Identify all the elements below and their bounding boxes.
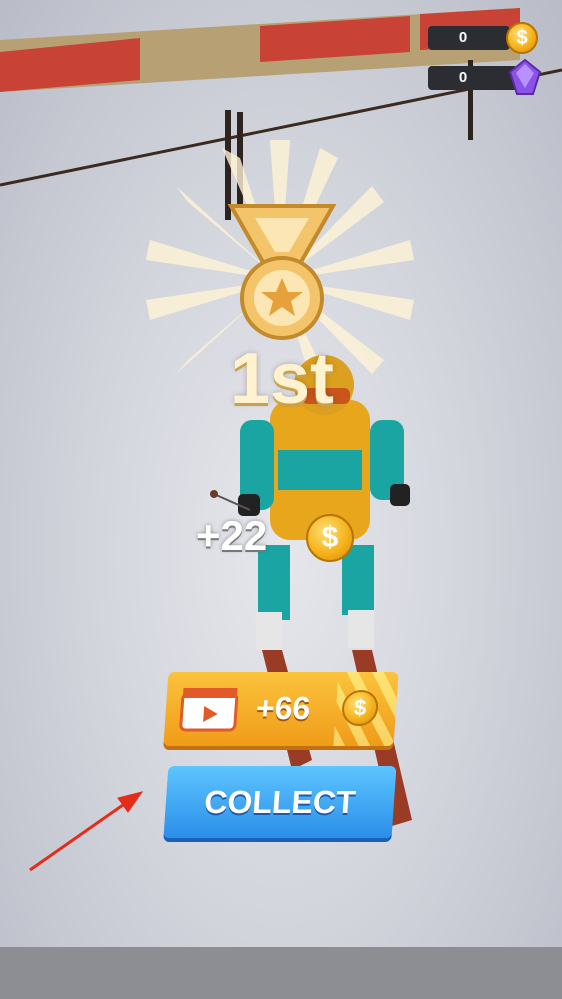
gem-count: 0	[458, 69, 468, 86]
medal-icon	[227, 204, 337, 340]
reward-amount: +22	[196, 512, 268, 559]
collect-button[interactable]: COLLECT	[163, 766, 397, 838]
ad-bonus-amount: +66	[254, 690, 312, 726]
collect-button-label: COLLECT	[203, 784, 357, 820]
watch-ad-bonus-button[interactable]: +66 $	[163, 672, 399, 746]
gem-icon	[508, 58, 542, 95]
track-background	[0, 8, 562, 872]
reward-coin-icon: $	[306, 514, 354, 562]
video-ad-icon	[179, 688, 239, 732]
gem-counter: 0	[428, 66, 518, 90]
tutorial-arrow	[29, 791, 144, 872]
coin-icon: $	[506, 22, 538, 54]
game-scene: 0 $ 0 1st +22 $ +66 $ COLLECT	[0, 0, 562, 999]
coin-count: 0	[458, 29, 468, 46]
bottom-bar	[0, 947, 562, 999]
coin-counter: 0	[428, 26, 510, 50]
rank-label: 1st	[229, 339, 335, 419]
skier-character	[210, 355, 412, 826]
